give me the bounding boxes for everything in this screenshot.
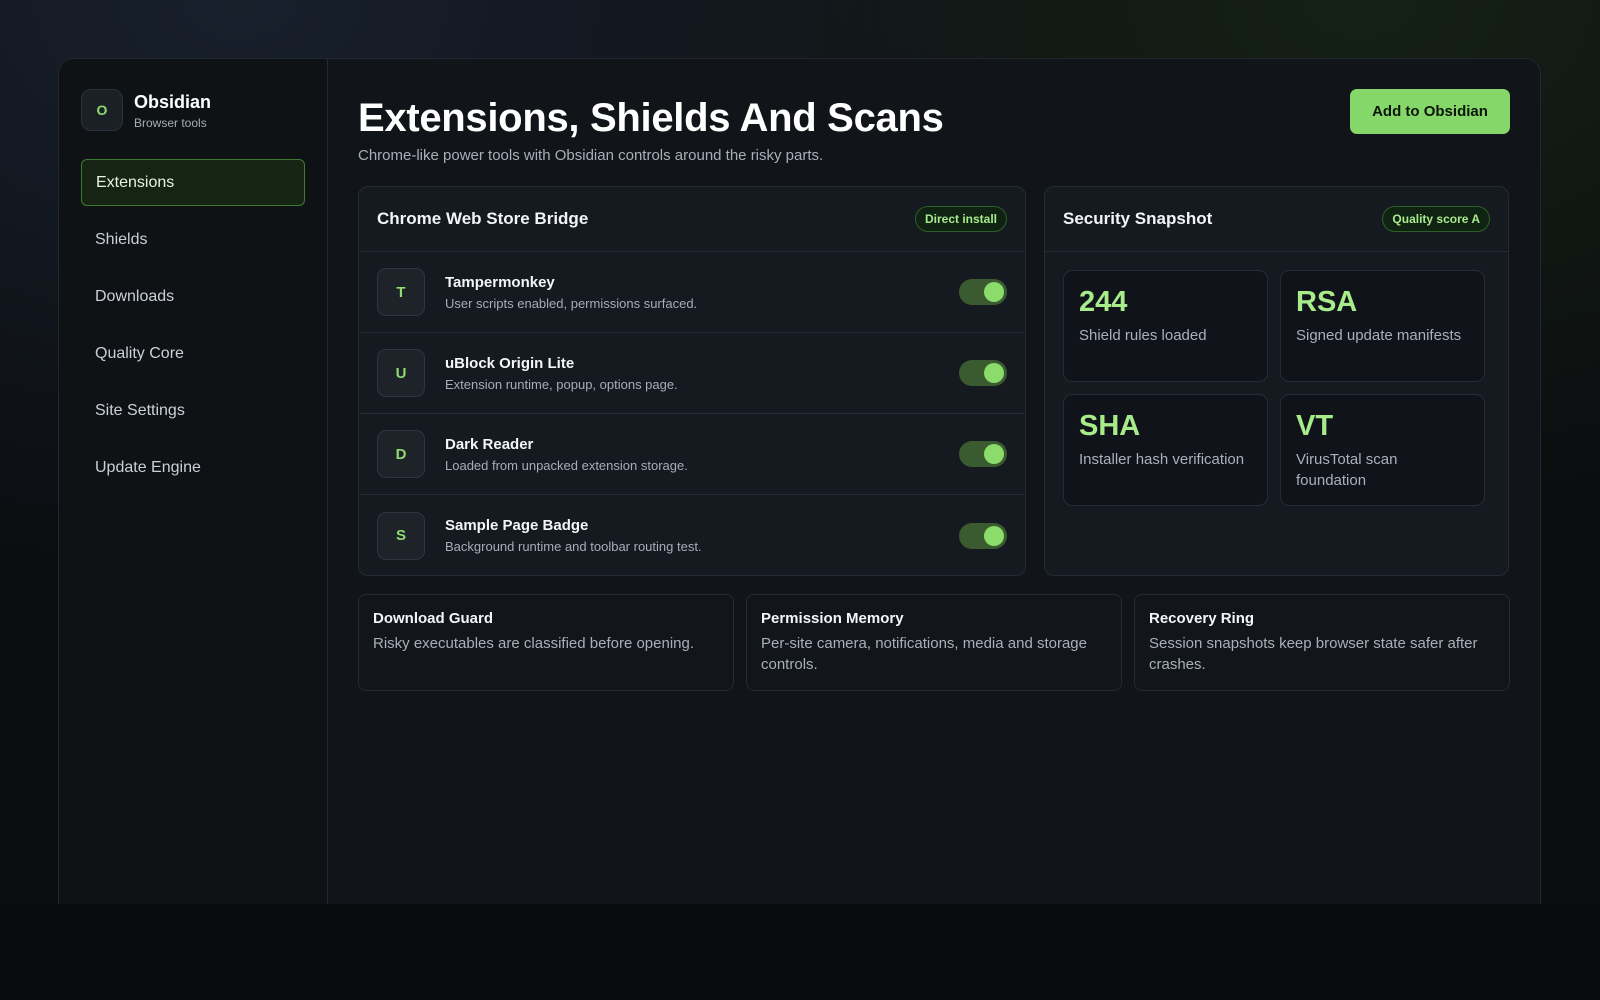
extension-description: Extension runtime, popup, options page.	[445, 376, 678, 392]
stat-grid: 244 Shield rules loaded RSA Signed updat…	[1045, 252, 1508, 506]
toggle-knob	[984, 282, 1004, 302]
ublock-icon: U	[377, 349, 425, 397]
feature-card-recovery-ring: Recovery Ring Session snapshots keep bro…	[1134, 594, 1510, 691]
feature-card-permission-memory: Permission Memory Per-site camera, notif…	[746, 594, 1122, 691]
stat-card-virustotal: VT VirusTotal scan foundation	[1280, 394, 1485, 506]
sidebar-item-extensions[interactable]: Extensions	[81, 159, 305, 206]
top-row: Chrome Web Store Bridge Direct install T…	[358, 186, 1510, 576]
sidebar-item-shields[interactable]: Shields	[81, 216, 305, 263]
app-window: O Obsidian Browser tools Extensions Shie…	[58, 58, 1541, 904]
extension-info: Sample Page Badge Background runtime and…	[445, 517, 959, 554]
extension-toggle[interactable]	[959, 279, 1007, 305]
extension-info: Tampermonkey User scripts enabled, permi…	[445, 274, 959, 311]
extension-description: Background runtime and toolbar routing t…	[445, 539, 702, 554]
extension-row-sample-page-badge: S Sample Page Badge Background runtime a…	[359, 495, 1025, 575]
sidebar: O Obsidian Browser tools Extensions Shie…	[59, 59, 328, 904]
page-subtitle: Chrome-like power tools with Obsidian co…	[358, 147, 824, 164]
extension-toggle[interactable]	[959, 522, 1007, 549]
sidebar-item-downloads[interactable]: Downloads	[81, 273, 305, 320]
brand-text: Obsidian Browser tools	[134, 91, 211, 130]
stat-value: 244	[1079, 286, 1128, 318]
feature-text: Risky executables are classified before …	[373, 635, 695, 652]
extension-row-ublock-origin-lite: U uBlock Origin Lite Extension runtime, …	[359, 333, 1025, 414]
main-content: Extensions, Shields And Scans Chrome-lik…	[328, 59, 1540, 904]
bottom-strip	[0, 904, 1600, 1000]
sidebar-item-quality-core[interactable]: Quality Core	[81, 330, 305, 377]
stat-card-signed-manifests: RSA Signed update manifests	[1280, 270, 1485, 382]
brand: O Obsidian Browser tools	[81, 87, 305, 133]
feature-title: Permission Memory	[761, 610, 904, 627]
stat-label: Signed update manifests	[1296, 327, 1462, 344]
extension-toggle[interactable]	[959, 441, 1007, 467]
extension-description: User scripts enabled, permissions surfac…	[445, 295, 698, 311]
panel-title: Security Snapshot	[1063, 209, 1213, 228]
sidebar-item-site-settings[interactable]: Site Settings	[81, 387, 305, 434]
extension-info: Dark Reader Loaded from unpacked extensi…	[445, 436, 959, 473]
panel-title: Chrome Web Store Bridge	[377, 209, 589, 228]
stat-value: RSA	[1296, 286, 1358, 318]
extension-row-tampermonkey: T Tampermonkey User scripts enabled, per…	[359, 252, 1025, 333]
brand-subtitle: Browser tools	[134, 115, 207, 130]
brand-name: Obsidian	[134, 91, 212, 112]
toggle-knob	[984, 525, 1004, 546]
toggle-knob	[984, 444, 1004, 464]
panel-header: Chrome Web Store Bridge Direct install	[359, 187, 1025, 252]
extension-name: Tampermonkey	[445, 273, 555, 291]
stat-card-shield-rules: 244 Shield rules loaded	[1063, 270, 1268, 382]
stat-label: Shield rules loaded	[1079, 327, 1207, 344]
extension-info: uBlock Origin Lite Extension runtime, po…	[445, 355, 959, 392]
feature-text: Per-site camera, notifications, media an…	[761, 635, 1087, 673]
feature-card-download-guard: Download Guard Risky executables are cla…	[358, 594, 734, 691]
extension-toggle[interactable]	[959, 360, 1007, 386]
sidebar-nav: Extensions Shields Downloads Quality Cor…	[81, 159, 305, 491]
stat-label: VirusTotal scan foundation	[1296, 451, 1398, 489]
tampermonkey-icon: T	[377, 268, 425, 316]
stat-value: VT	[1296, 410, 1334, 442]
brand-logo-icon: O	[81, 89, 123, 131]
feature-title: Download Guard	[373, 610, 493, 627]
extension-row-dark-reader: D Dark Reader Loaded from unpacked exten…	[359, 414, 1025, 495]
sidebar-item-update-engine[interactable]: Update Engine	[81, 444, 305, 491]
feature-title: Recovery Ring	[1149, 610, 1255, 627]
feature-row: Download Guard Risky executables are cla…	[358, 594, 1510, 691]
dark-reader-icon: D	[377, 430, 425, 478]
extension-name: Dark Reader	[445, 435, 534, 453]
sample-page-badge-icon: S	[377, 511, 425, 560]
quality-score-badge: Quality score A	[1382, 206, 1490, 232]
feature-text: Session snapshots keep browser state saf…	[1149, 635, 1478, 673]
page-title: Extensions, Shields And Scans	[358, 96, 944, 140]
add-to-obsidian-button[interactable]: Add to Obsidian	[1350, 89, 1510, 134]
direct-install-badge: Direct install	[914, 206, 1007, 232]
stat-card-hash-verification: SHA Installer hash verification	[1063, 394, 1268, 506]
extension-name: Sample Page Badge	[445, 517, 589, 534]
toggle-knob	[984, 363, 1004, 383]
panel-header: Security Snapshot Quality score A	[1045, 187, 1508, 252]
stat-value: SHA	[1079, 410, 1141, 442]
security-snapshot-panel: Security Snapshot Quality score A 244 Sh…	[1044, 186, 1509, 576]
extension-description: Loaded from unpacked extension storage.	[445, 457, 688, 473]
web-store-bridge-panel: Chrome Web Store Bridge Direct install T…	[358, 186, 1026, 576]
extension-name: uBlock Origin Lite	[445, 354, 575, 372]
stat-label: Installer hash verification	[1079, 451, 1245, 468]
